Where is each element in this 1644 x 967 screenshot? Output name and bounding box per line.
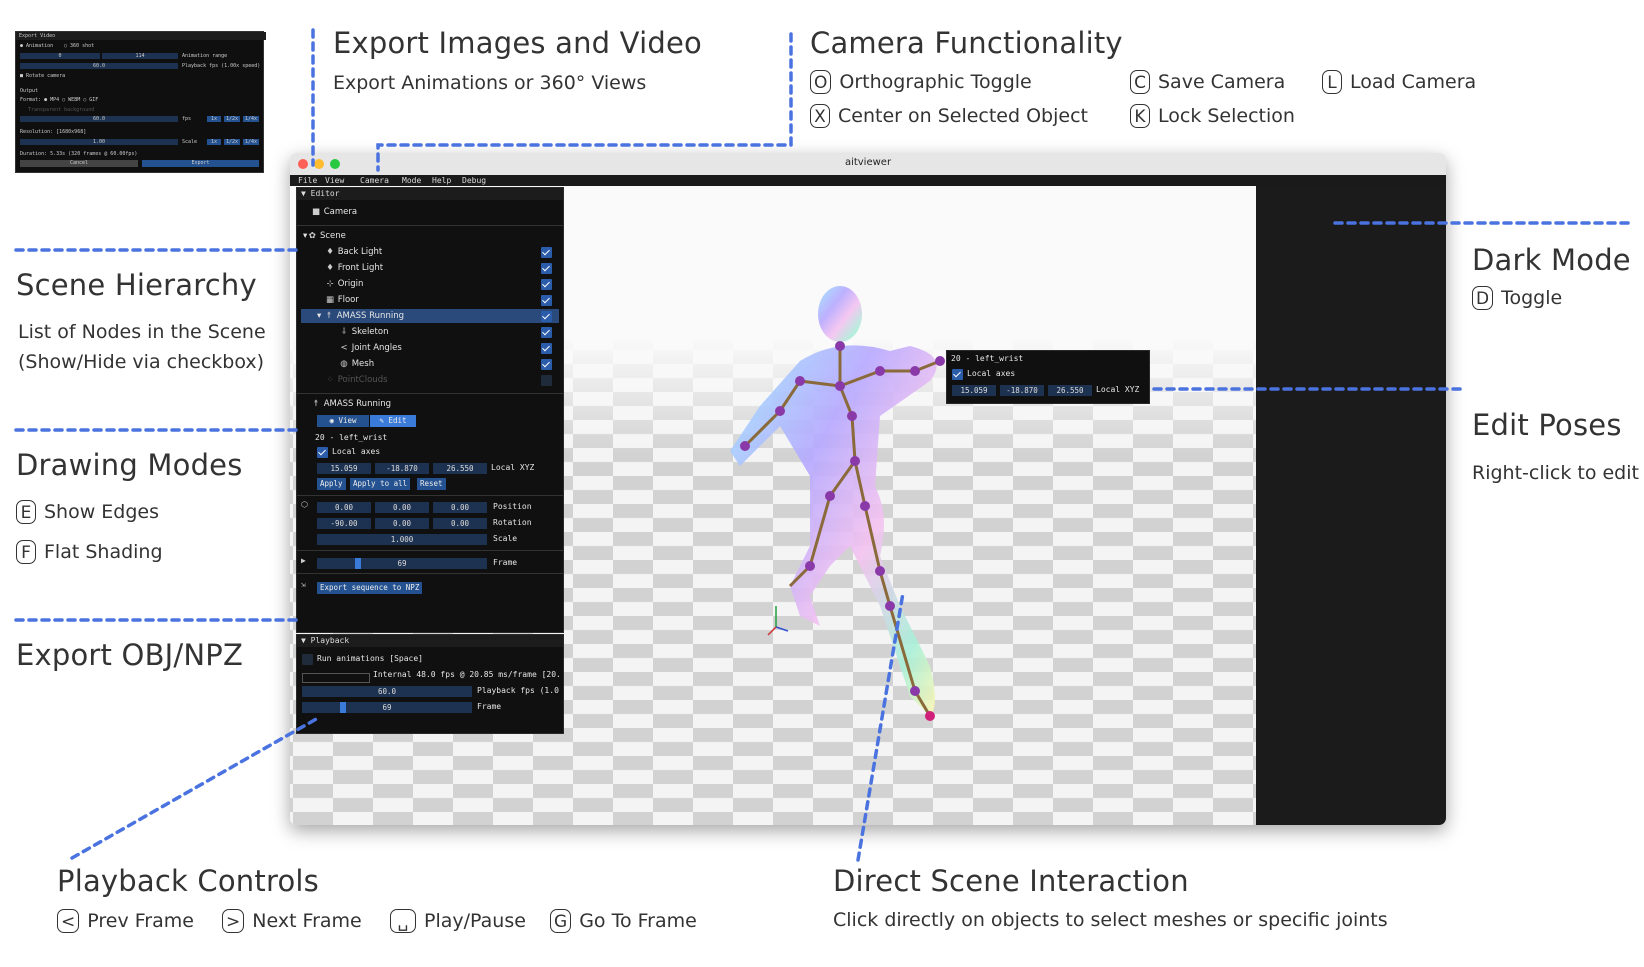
leader-lines xyxy=(14,28,1634,862)
